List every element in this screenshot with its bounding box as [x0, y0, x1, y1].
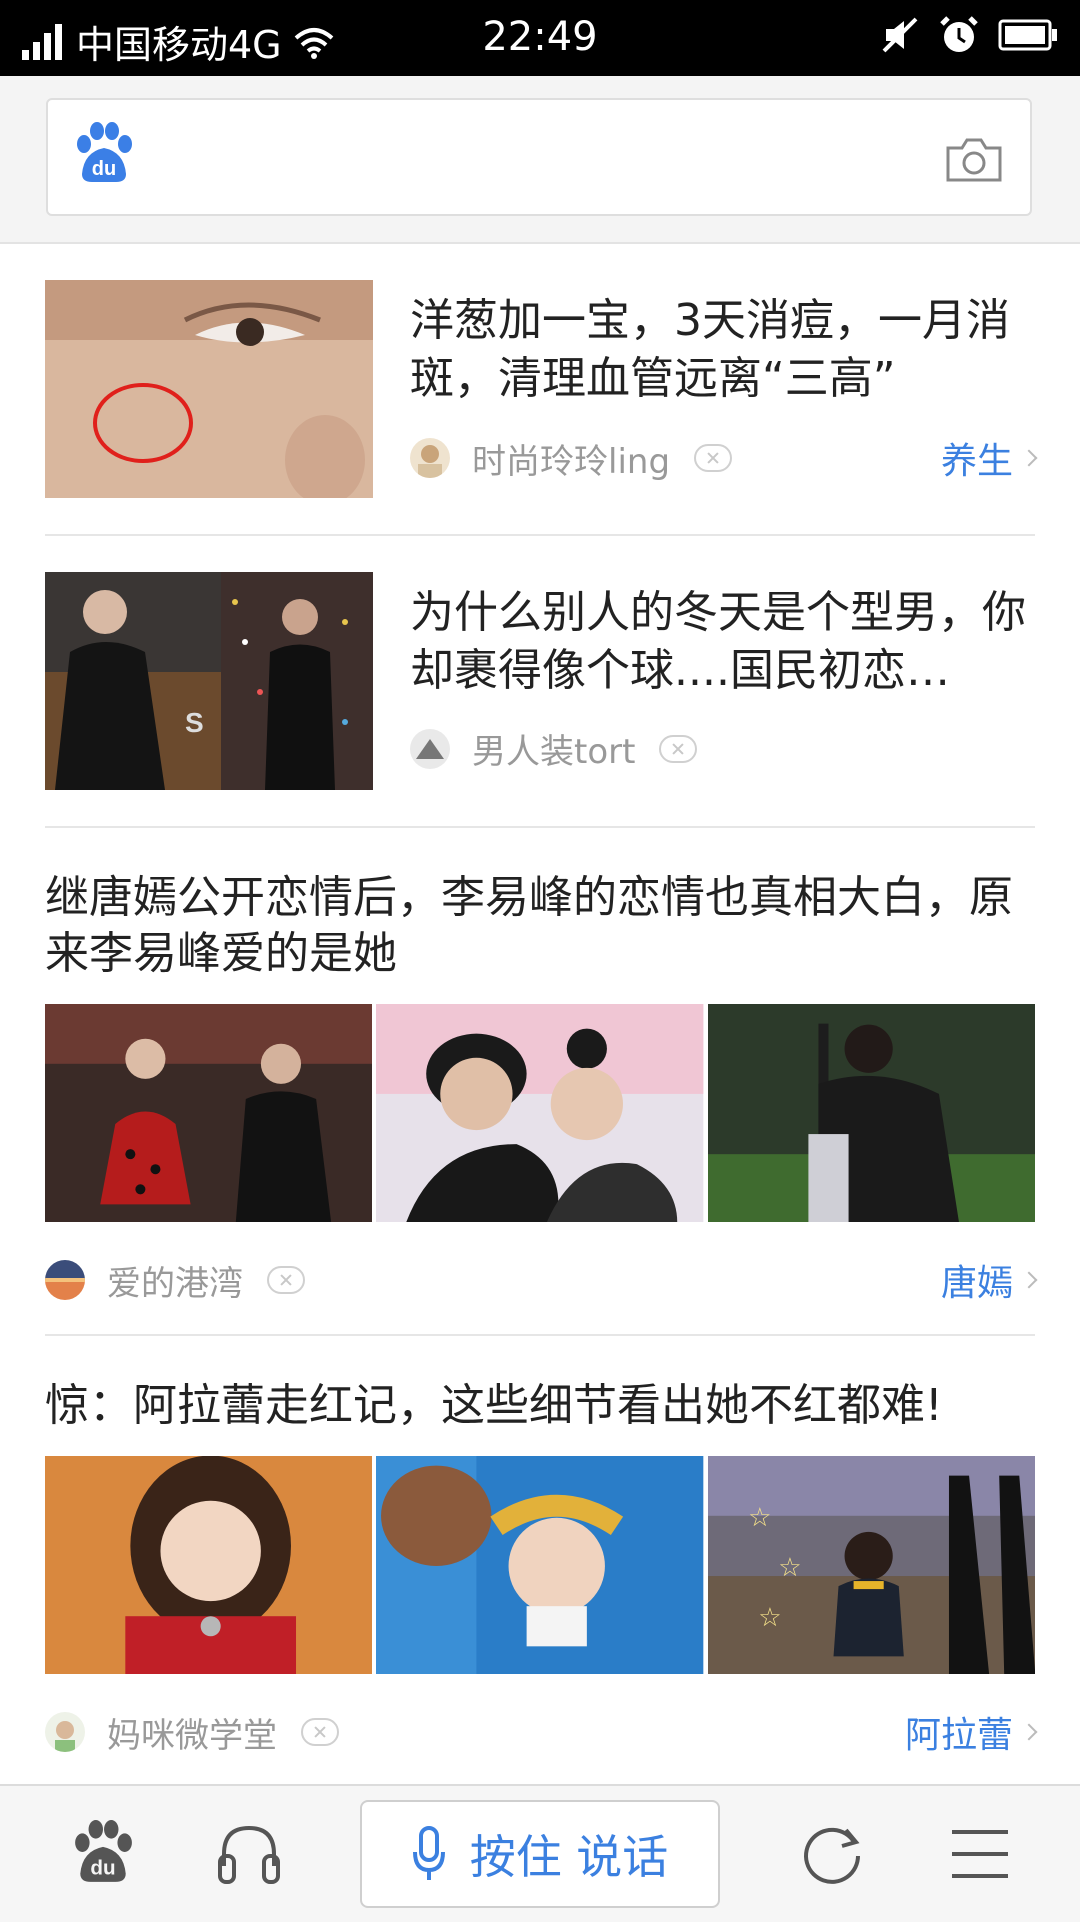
category-tag[interactable]: 唐嫣 — [940, 1254, 1038, 1306]
feed-item[interactable]: 惊：阿拉蕾走红记，这些细节看出她不红都难! ☆ ☆ ☆ 妈咪微学堂 阿拉蕾 — [0, 1336, 1080, 1784]
news-image[interactable] — [376, 1004, 704, 1222]
svg-text:S: S — [185, 707, 204, 738]
category-tag-label: 阿拉蕾 — [904, 1715, 1013, 1756]
source-avatar[interactable] — [45, 1260, 85, 1300]
category-tag[interactable]: 阿拉蕾 — [904, 1706, 1038, 1758]
search-input[interactable]: du — [46, 98, 1032, 216]
dismiss-icon[interactable] — [267, 1266, 305, 1294]
mute-icon — [882, 17, 918, 53]
news-thumbnail[interactable] — [45, 280, 373, 498]
news-image[interactable] — [45, 1004, 373, 1222]
headphones-icon[interactable] — [216, 1822, 282, 1886]
news-image[interactable] — [376, 1456, 704, 1674]
bottom-toolbar: du 按住 说话 — [0, 1784, 1080, 1922]
status-right — [880, 14, 1058, 56]
news-title[interactable]: 洋葱加一宝，3天消痘，一月消斑，清理血管远离“三高” — [410, 292, 1040, 408]
news-image[interactable] — [45, 1456, 373, 1674]
svg-text:☆: ☆ — [758, 1603, 781, 1633]
news-meta: 时尚玲玲ling 养生 — [410, 432, 1038, 484]
status-bar: 中国移动4G 22:49 — [0, 0, 1080, 76]
svg-text:☆: ☆ — [748, 1503, 771, 1533]
baidu-logo-icon: du — [77, 122, 132, 182]
svg-text:☆: ☆ — [778, 1553, 801, 1583]
voice-input-button[interactable]: 按住 说话 — [360, 1800, 720, 1908]
source-name[interactable]: 男人装tort — [472, 724, 635, 773]
dismiss-icon[interactable] — [694, 444, 733, 472]
dismiss-icon[interactable] — [659, 734, 698, 763]
chevron-right-icon — [1020, 1271, 1038, 1289]
category-tag-label: 唐嫣 — [940, 1263, 1013, 1304]
feed-item[interactable]: S 为什么别人的冬天是个型男，你却裹得像个球....国民初恋… 男人装tort — [0, 536, 1080, 826]
feed-item[interactable]: 继唐嫣公开恋情后，李易峰的恋情也真相大白，原来李易峰爱的是她 爱的港湾 唐嫣 — [0, 828, 1080, 1334]
category-tag[interactable]: 养生 — [940, 432, 1038, 484]
camera-icon[interactable] — [944, 134, 1004, 184]
source-avatar[interactable] — [45, 1712, 85, 1752]
microphone-icon — [412, 1826, 445, 1880]
news-meta: 爱的港湾 唐嫣 — [45, 1250, 1038, 1310]
chevron-right-icon — [1020, 449, 1038, 467]
image-row[interactable]: ☆ ☆ ☆ — [45, 1456, 1035, 1674]
baidu-paw-icon[interactable]: du — [72, 1820, 134, 1884]
source-name[interactable]: 时尚玲玲ling — [472, 434, 670, 483]
image-row[interactable] — [45, 1004, 1035, 1222]
menu-icon[interactable] — [950, 1826, 1010, 1882]
chevron-right-icon — [1020, 1723, 1038, 1741]
search-header: du — [0, 76, 1080, 244]
news-meta: 男人装tort — [410, 724, 1035, 773]
dismiss-icon[interactable] — [301, 1718, 339, 1746]
voice-input-label: 按住 说话 — [469, 1830, 669, 1884]
news-title[interactable]: 惊：阿拉蕾走红记，这些细节看出她不红都难! — [0, 1336, 1080, 1434]
baidu-paw-text: du — [90, 1857, 115, 1880]
news-meta: 妈咪微学堂 阿拉蕾 — [45, 1702, 1038, 1762]
refresh-icon[interactable] — [800, 1822, 864, 1886]
source-avatar[interactable] — [410, 438, 450, 478]
alarm-icon — [940, 16, 978, 52]
news-title[interactable]: 为什么别人的冬天是个型男，你却裹得像个球....国民初恋… — [410, 584, 1040, 700]
news-image[interactable] — [707, 1004, 1035, 1222]
battery-icon — [998, 19, 1057, 51]
source-name[interactable]: 妈咪微学堂 — [107, 1708, 277, 1757]
feed-item[interactable]: 洋葱加一宝，3天消痘，一月消斑，清理血管远离“三高” 时尚玲玲ling 养生 — [0, 244, 1080, 534]
source-avatar[interactable] — [410, 728, 450, 769]
baidu-logo-text: du — [92, 158, 116, 180]
news-image[interactable]: ☆ ☆ ☆ — [707, 1456, 1035, 1674]
source-name[interactable]: 爱的港湾 — [107, 1256, 243, 1305]
news-feed[interactable]: 洋葱加一宝，3天消痘，一月消斑，清理血管远离“三高” 时尚玲玲ling 养生 S… — [0, 244, 1080, 1784]
news-title[interactable]: 继唐嫣公开恋情后，李易峰的恋情也真相大白，原来李易峰爱的是她 — [0, 828, 1080, 982]
news-thumbnail[interactable]: S — [45, 572, 373, 790]
category-tag-label: 养生 — [940, 441, 1013, 482]
